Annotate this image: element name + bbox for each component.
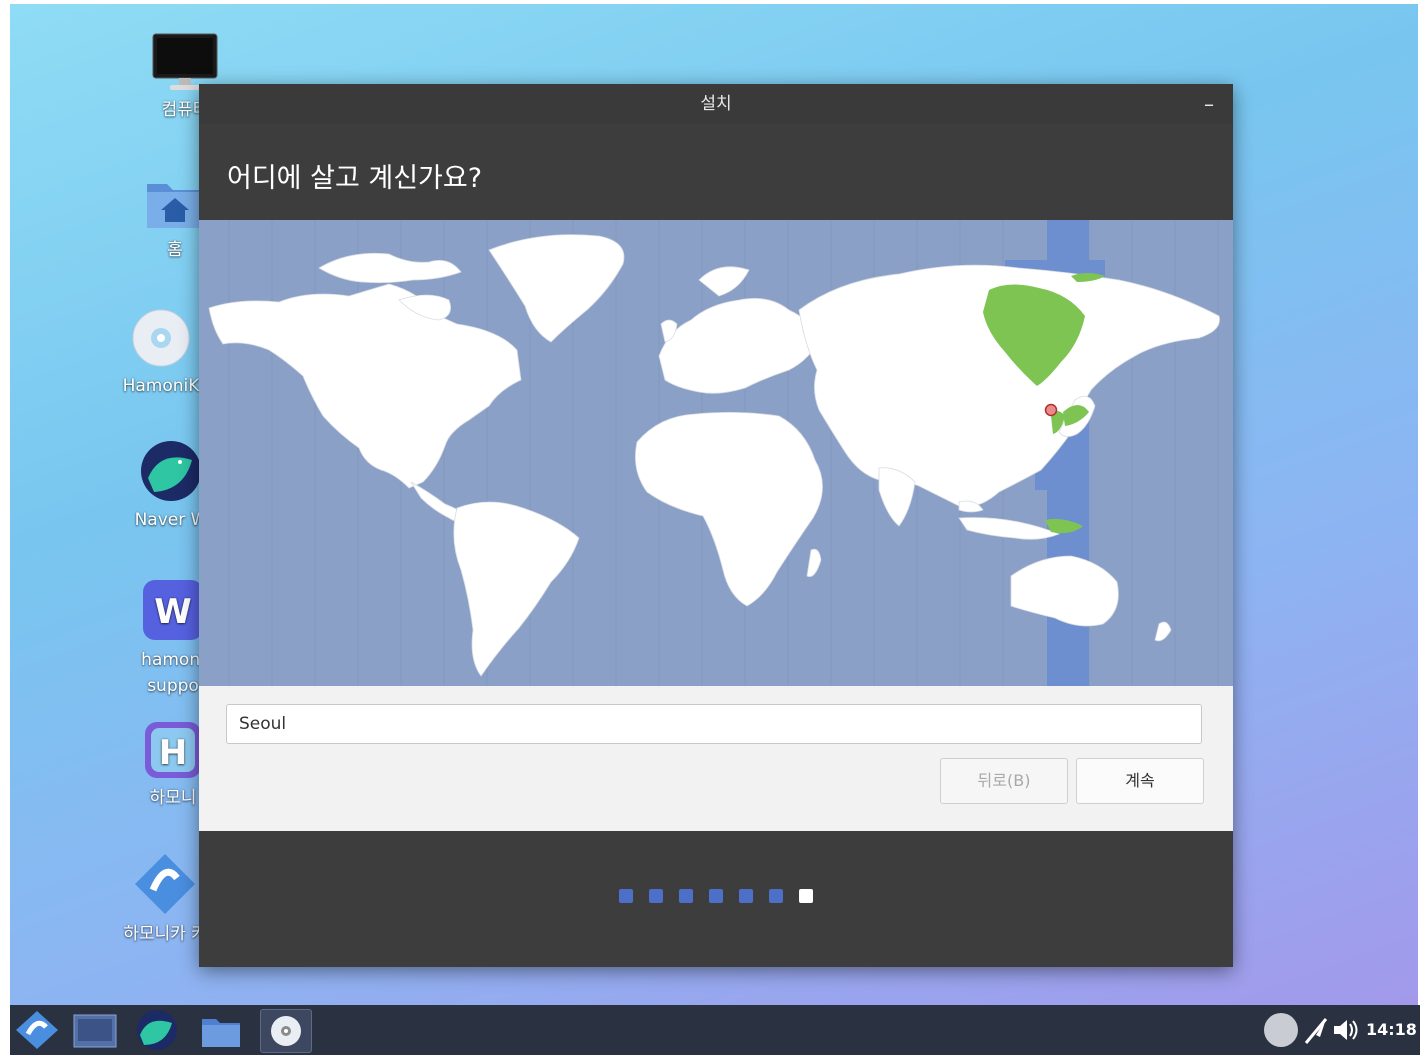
hamonikr-community-icon xyxy=(133,852,197,916)
page-title: 어디에 살고 계신가요? xyxy=(227,163,483,194)
window-titlebar[interactable]: 설치 – xyxy=(199,84,1233,124)
progress-step-dot xyxy=(619,889,633,903)
hamonikr-support-icon: W xyxy=(143,578,203,642)
taskbar: 14:18 xyxy=(10,1005,1420,1055)
window-title: 설치 xyxy=(700,94,732,114)
timezone-input[interactable] xyxy=(226,704,1202,744)
timezone-panel: 뒤로(B) 계속 xyxy=(199,686,1233,831)
disc-icon xyxy=(131,308,191,368)
naver-whale-icon[interactable] xyxy=(134,1009,180,1051)
hamonikr-menu-icon[interactable] xyxy=(14,1009,60,1051)
naver-whale-icon xyxy=(140,440,202,502)
home-folder-icon xyxy=(145,174,205,232)
location-pin-icon xyxy=(1044,403,1058,417)
svg-text:H: H xyxy=(159,733,187,773)
progress-step-dot xyxy=(679,889,693,903)
installer-disc-icon[interactable] xyxy=(260,1009,312,1053)
progress-step-dot xyxy=(799,889,813,903)
network-icon[interactable] xyxy=(1304,1015,1328,1045)
volume-icon[interactable] xyxy=(1332,1015,1360,1045)
progress-step-dot xyxy=(649,889,663,903)
show-desktop-icon[interactable] xyxy=(72,1009,118,1051)
installer-window: 설치 – 어디에 살고 계신가요? Seoul 뒤로(B) 계속 xyxy=(199,84,1233,967)
user-avatar-icon[interactable] xyxy=(1264,1013,1298,1047)
progress-step-dot xyxy=(709,889,723,903)
hamonikr-h-icon: H xyxy=(143,720,203,780)
svg-text:W: W xyxy=(154,592,192,632)
back-button[interactable]: 뒤로(B) xyxy=(940,758,1068,804)
progress-step-dot xyxy=(739,889,753,903)
step-progress xyxy=(199,888,1233,907)
minimize-button[interactable]: – xyxy=(1199,84,1219,124)
timezone-map[interactable] xyxy=(199,220,1233,686)
monitor-icon xyxy=(152,32,218,92)
file-manager-icon[interactable] xyxy=(198,1009,244,1051)
clock[interactable]: 14:18 xyxy=(1366,1020,1417,1039)
progress-step-dot xyxy=(769,889,783,903)
continue-button[interactable]: 계속 xyxy=(1076,758,1204,804)
